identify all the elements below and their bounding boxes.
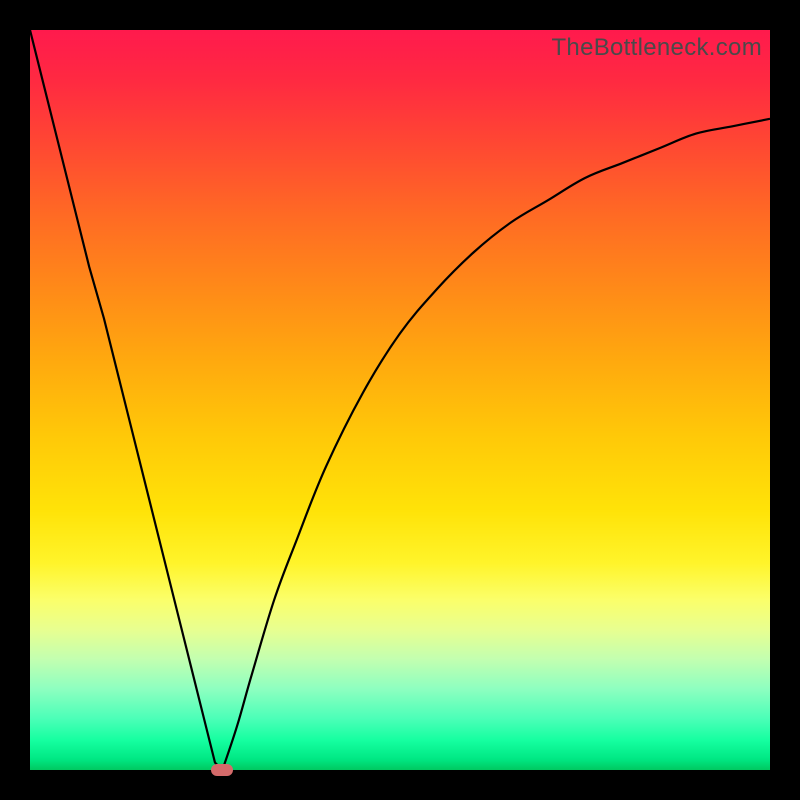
vertex-marker — [211, 764, 233, 776]
curve-path — [30, 30, 770, 770]
plot-area: TheBottleneck.com — [30, 30, 770, 770]
curve-svg — [30, 30, 770, 770]
chart-frame: TheBottleneck.com — [0, 0, 800, 800]
